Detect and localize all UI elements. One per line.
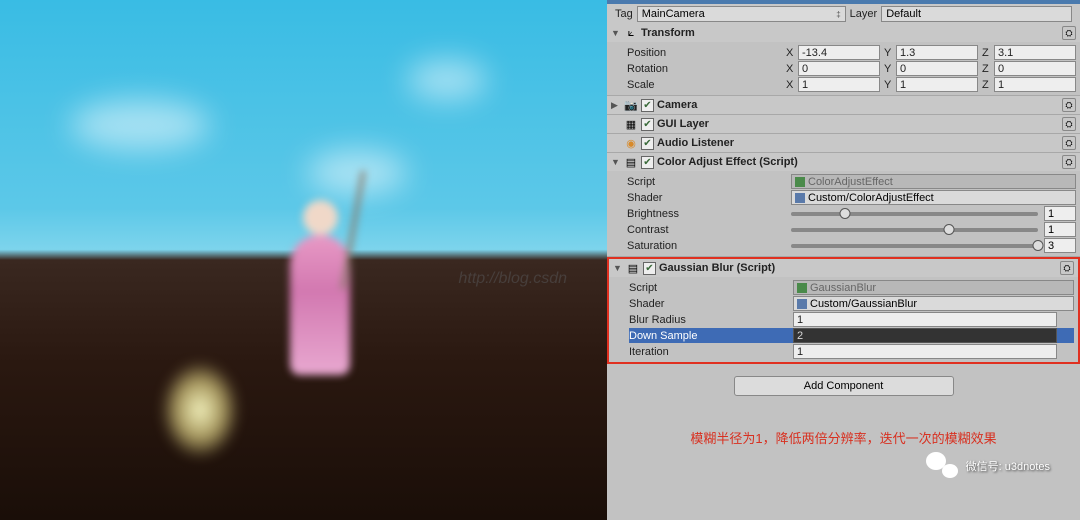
- foldout-icon[interactable]: ▼: [611, 28, 621, 38]
- position-x-input[interactable]: [798, 45, 880, 60]
- camera-title: Camera: [657, 99, 1059, 111]
- slider-thumb-icon[interactable]: [944, 224, 955, 235]
- add-component-button[interactable]: Add Component: [734, 376, 954, 396]
- rotation-x-input[interactable]: [798, 61, 880, 76]
- layer-dropdown[interactable]: Default: [881, 6, 1072, 22]
- tag-label: Tag: [615, 8, 633, 20]
- audio-icon: ◉: [624, 136, 638, 150]
- scale-y-input[interactable]: [896, 77, 978, 92]
- caption-text: 模糊半径为1，降低两倍分辨率，迭代一次的模糊效果: [607, 428, 1080, 447]
- slider-thumb-icon[interactable]: [840, 208, 851, 219]
- layer-value: Default: [886, 8, 921, 20]
- shader-label: Shader: [629, 298, 789, 310]
- script-icon: ▤: [626, 261, 640, 275]
- camera-icon: 📷: [624, 98, 638, 112]
- iteration-input[interactable]: [793, 344, 1057, 359]
- blur-radius-label: Blur Radius: [629, 314, 789, 326]
- saturation-label: Saturation: [627, 240, 787, 252]
- wechat-text: 微信号: u3dnotes: [966, 458, 1050, 474]
- guilayer-title: GUI Layer: [657, 118, 1059, 130]
- rotation-y-input[interactable]: [896, 61, 978, 76]
- component-gear-icon[interactable]: ⛭: [1062, 98, 1076, 112]
- gaussian-blur-component: ▼ ▤ ✔ Gaussian Blur (Script) ⛭ Script Ga…: [607, 257, 1080, 364]
- cloud-decoration: [70, 100, 210, 150]
- shader-icon: [797, 299, 807, 309]
- tag-dropdown[interactable]: MainCamera ‡: [637, 6, 846, 22]
- light-glow: [160, 360, 240, 460]
- camera-component: ▶ 📷 ✔ Camera ⛭: [607, 96, 1080, 115]
- cloud-decoration: [307, 150, 407, 195]
- scale-z-input[interactable]: [994, 77, 1076, 92]
- character-sprite: [280, 200, 360, 380]
- transform-title: Transform: [641, 27, 1059, 39]
- camera-enable-checkbox[interactable]: ✔: [641, 99, 654, 112]
- foldout-icon[interactable]: ▶: [611, 100, 621, 111]
- script-field[interactable]: GaussianBlur: [793, 280, 1074, 295]
- brightness-label: Brightness: [627, 208, 787, 220]
- brightness-slider[interactable]: [791, 212, 1038, 216]
- coloradjust-enable-checkbox[interactable]: ✔: [641, 156, 654, 169]
- tag-value: MainCamera: [642, 8, 705, 20]
- csharp-icon: [795, 177, 805, 187]
- scale-x-input[interactable]: [798, 77, 880, 92]
- inspector-panel: Tag MainCamera ‡ Layer Default ▼ ⟀ Trans…: [607, 0, 1080, 520]
- down-sample-label: Down Sample: [629, 330, 789, 342]
- audiolistener-component: ▶ ◉ ✔ Audio Listener ⛭: [607, 134, 1080, 153]
- gaussian-enable-checkbox[interactable]: ✔: [643, 262, 656, 275]
- wechat-overlay: 微信号: u3dnotes: [926, 452, 1050, 480]
- transform-component: ▼ ⟀ Transform ⛭ Position X Y Z Rotation …: [607, 24, 1080, 96]
- position-y-input[interactable]: [896, 45, 978, 60]
- axis-z-label: Z: [982, 47, 992, 59]
- component-gear-icon[interactable]: ⛭: [1062, 136, 1076, 150]
- component-gear-icon[interactable]: ⛭: [1062, 26, 1076, 40]
- component-gear-icon[interactable]: ⛭: [1060, 261, 1074, 275]
- csharp-icon: [797, 283, 807, 293]
- saturation-slider[interactable]: [791, 244, 1038, 248]
- saturation-value[interactable]: [1044, 238, 1076, 253]
- contrast-slider[interactable]: [791, 228, 1038, 232]
- gaussian-title: Gaussian Blur (Script): [659, 262, 1057, 274]
- component-gear-icon[interactable]: ⛭: [1062, 117, 1076, 131]
- script-field[interactable]: ColorAdjustEffect: [791, 174, 1076, 189]
- contrast-label: Contrast: [627, 224, 787, 236]
- cloud-decoration: [407, 60, 487, 100]
- shader-icon: [795, 193, 805, 203]
- scale-label: Scale: [627, 79, 782, 91]
- rotation-z-input[interactable]: [994, 61, 1076, 76]
- slider-thumb-icon[interactable]: [1033, 240, 1044, 251]
- shader-label: Shader: [627, 192, 787, 204]
- axis-x-label: X: [786, 47, 796, 59]
- shader-field[interactable]: Custom/ColorAdjustEffect: [791, 190, 1076, 205]
- guilayer-component: ▶ ▦ ✔ GUI Layer ⛭: [607, 115, 1080, 134]
- rotation-label: Rotation: [627, 63, 782, 75]
- axis-y-label: Y: [884, 47, 894, 59]
- script-label: Script: [629, 282, 789, 294]
- blur-radius-input[interactable]: [793, 312, 1057, 327]
- transform-icon: ⟀: [624, 26, 638, 40]
- component-gear-icon[interactable]: ⛭: [1062, 155, 1076, 169]
- position-z-input[interactable]: [994, 45, 1076, 60]
- layer-label: Layer: [850, 8, 878, 20]
- watermark-text: http://blog.csdn: [458, 270, 567, 288]
- contrast-value[interactable]: [1044, 222, 1076, 237]
- game-preview: http://blog.csdn: [0, 0, 607, 520]
- audio-enable-checkbox[interactable]: ✔: [641, 137, 654, 150]
- coloradjust-title: Color Adjust Effect (Script): [657, 156, 1059, 168]
- position-label: Position: [627, 47, 782, 59]
- script-label: Script: [627, 176, 787, 188]
- foldout-icon[interactable]: ▼: [611, 157, 621, 167]
- tag-layer-row: Tag MainCamera ‡ Layer Default: [607, 4, 1080, 24]
- guilayer-enable-checkbox[interactable]: ✔: [641, 118, 654, 131]
- script-icon: ▤: [624, 155, 638, 169]
- brightness-value[interactable]: [1044, 206, 1076, 221]
- audio-title: Audio Listener: [657, 137, 1059, 149]
- guilayer-icon: ▦: [624, 117, 638, 131]
- iteration-label: Iteration: [629, 346, 789, 358]
- down-sample-input[interactable]: [793, 328, 1057, 343]
- color-adjust-component: ▼ ▤ ✔ Color Adjust Effect (Script) ⛭ Scr…: [607, 153, 1080, 257]
- wechat-icon: [926, 452, 958, 480]
- foldout-icon[interactable]: ▼: [613, 263, 623, 273]
- dropdown-arrow-icon: ‡: [836, 10, 840, 19]
- shader-field[interactable]: Custom/GaussianBlur: [793, 296, 1074, 311]
